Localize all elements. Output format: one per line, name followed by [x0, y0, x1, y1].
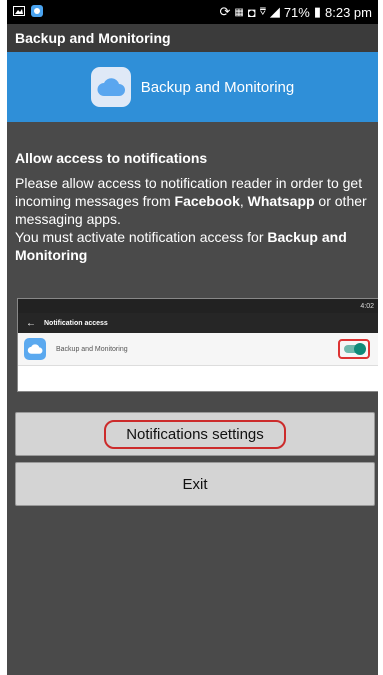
battery-icon: ▮ — [313, 4, 322, 19]
status-left-icons — [13, 5, 43, 17]
action-bar-title: Backup and Monitoring — [15, 30, 171, 46]
banner-title: Backup and Monitoring — [140, 78, 295, 96]
network-icon: ▦ — [234, 6, 244, 18]
status-bar: ⟳ ▦ ◘ ⩢ ◢ 71% ▮ 8:23 pm — [7, 0, 378, 24]
toggle-knob — [354, 343, 366, 355]
example-screenshot: 4:02 ← Notification access Backup and Mo… — [17, 298, 378, 392]
example-toggle — [338, 339, 370, 359]
instructions-heading: Allow access to notifications — [15, 150, 208, 166]
exit-label: Exit — [182, 475, 208, 493]
clock: 8:23 pm — [325, 4, 372, 20]
example-row: Backup and Monitoring — [18, 333, 378, 366]
example-row-label: Backup and Monitoring — [56, 345, 128, 353]
cloud-icon — [90, 67, 131, 107]
instructions-text: Please allow access to notification read… — [15, 174, 375, 264]
notifications-settings-button[interactable]: Notifications settings — [15, 412, 375, 456]
phone-screen: ⟳ ▦ ◘ ⩢ ◢ 71% ▮ 8:23 pm Backup and Monit… — [7, 0, 378, 675]
example-status-bar: 4:02 — [18, 299, 378, 313]
text-part: , — [239, 193, 248, 209]
wifi-icon: ⩢ — [259, 6, 266, 18]
notifications-settings-label: Notifications settings — [104, 419, 286, 449]
battery-percent: 71% — [283, 4, 310, 20]
example-title-bar: ← Notification access — [18, 313, 378, 333]
exit-button[interactable]: Exit — [15, 462, 375, 506]
sync-icon: ⟳ — [219, 4, 231, 19]
signal-icon: ◢ — [269, 4, 280, 19]
status-right-icons: ⟳ ▦ ◘ ⩢ ◢ 71% ▮ 8:23 pm — [220, 4, 372, 20]
app-banner: Backup and Monitoring — [7, 52, 378, 122]
toggle-track — [344, 343, 366, 355]
whatsapp-text: Whatsapp — [247, 193, 315, 209]
app-notification-icon — [31, 5, 43, 17]
back-arrow-icon: ← — [26, 317, 36, 329]
image-icon — [13, 6, 25, 16]
instructions: Allow access to notifications Please all… — [15, 150, 375, 264]
cast-icon: ◘ — [247, 4, 256, 20]
action-bar: Backup and Monitoring — [7, 24, 378, 52]
facebook-text: Facebook — [174, 193, 240, 209]
text-part: You must activate notification access fo… — [15, 229, 268, 245]
example-title: Notification access — [44, 319, 108, 327]
cloud-icon — [24, 338, 46, 360]
example-time: 4:02 — [360, 302, 374, 310]
